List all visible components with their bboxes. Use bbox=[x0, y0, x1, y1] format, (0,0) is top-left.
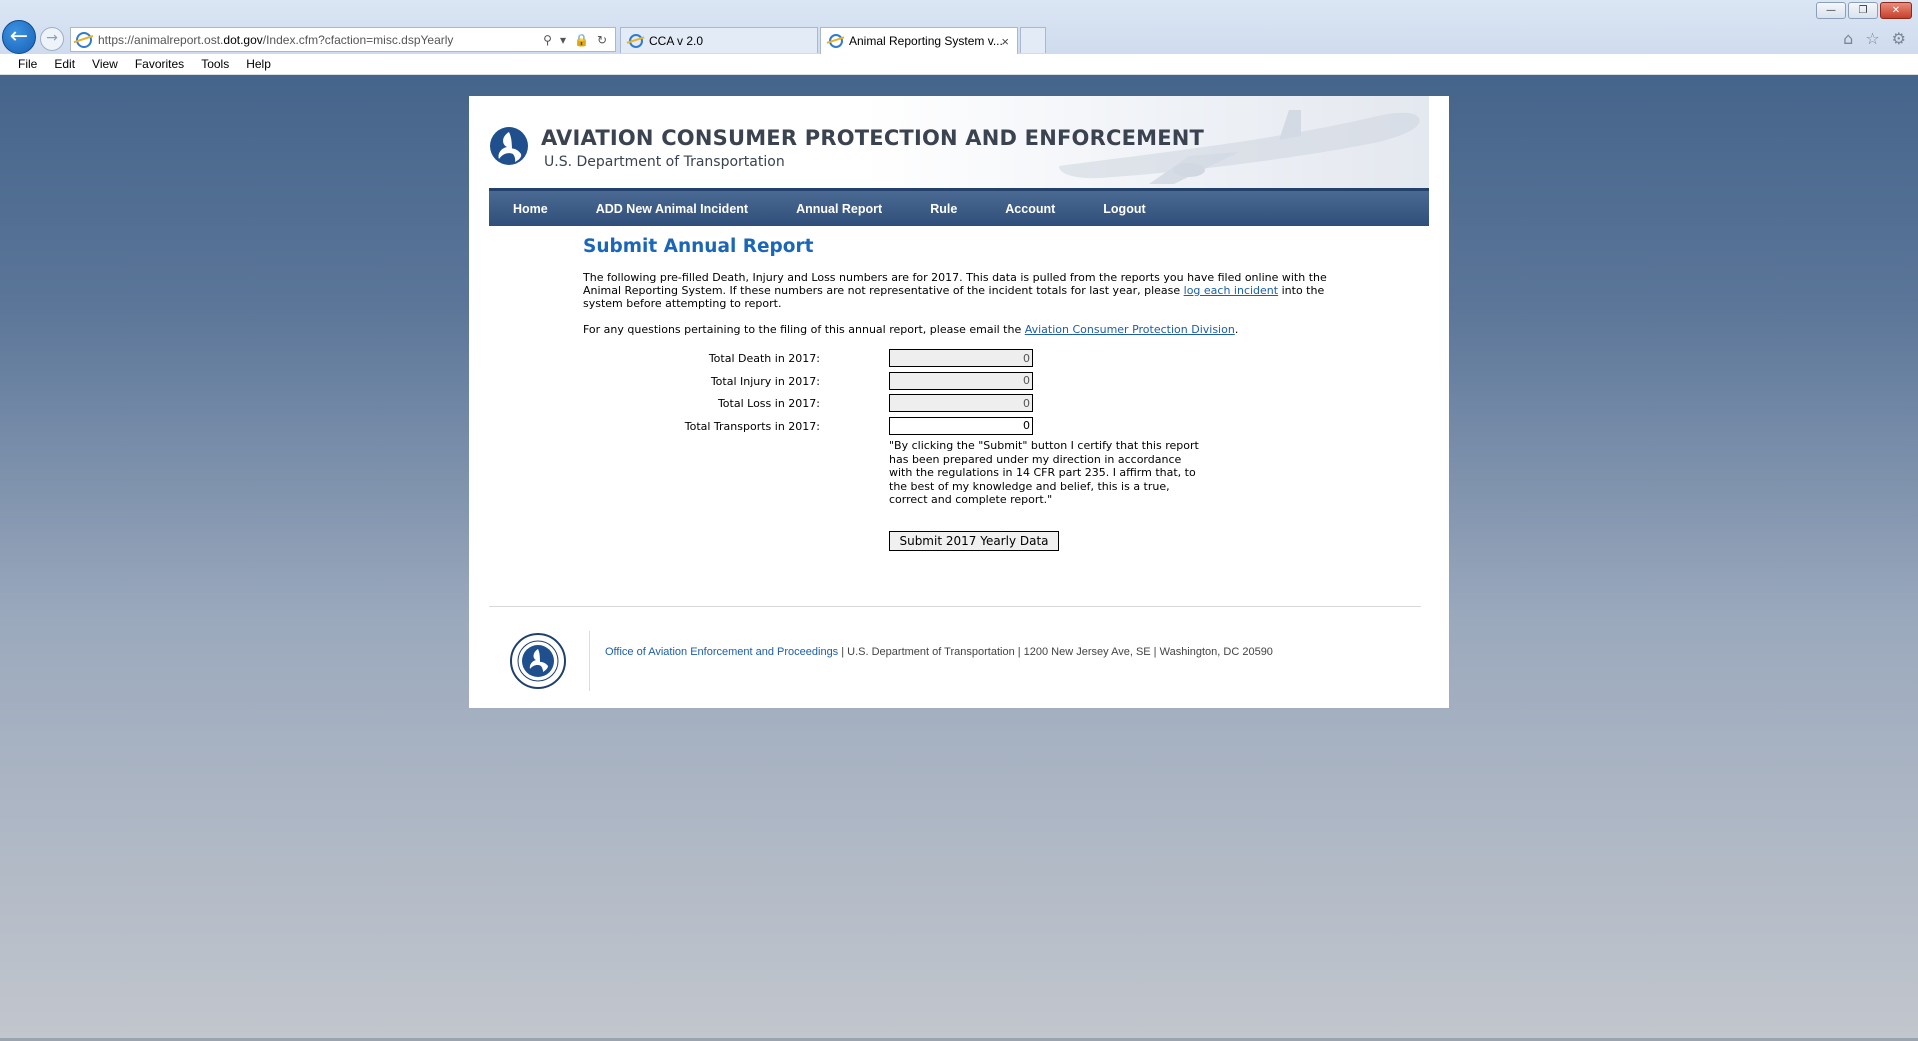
ie-favicon-icon bbox=[629, 33, 643, 48]
footer-vertical-divider bbox=[589, 631, 590, 691]
total-injury-label: Total Injury in 2017: bbox=[710, 374, 820, 388]
form-row-death: Total Death in 2017: bbox=[583, 349, 1343, 372]
page-title: Submit Annual Report bbox=[583, 236, 814, 257]
settings-gear-icon[interactable]: ⚙ bbox=[1892, 29, 1906, 48]
nav-home[interactable]: Home bbox=[513, 202, 548, 216]
menu-bar: File Edit View Favorites Tools Help bbox=[0, 54, 1918, 75]
menu-help[interactable]: Help bbox=[246, 57, 271, 71]
tab-animal-reporting[interactable]: Animal Reporting System v... × bbox=[820, 27, 1018, 54]
total-loss-field bbox=[889, 394, 1033, 412]
menu-favorites[interactable]: Favorites bbox=[135, 57, 184, 71]
total-death-label: Total Death in 2017: bbox=[708, 352, 820, 365]
dot-logo-icon bbox=[490, 127, 528, 165]
total-transports-input[interactable] bbox=[889, 416, 1033, 435]
nav-add-animal-incident[interactable]: ADD New Animal Incident bbox=[596, 202, 748, 216]
menu-tools[interactable]: Tools bbox=[201, 57, 229, 71]
close-icon[interactable]: ✕ bbox=[1880, 2, 1912, 19]
main-content: Submit Annual Report The following pre-f… bbox=[583, 236, 1343, 551]
form-row-loss: Total Loss in 2017: bbox=[583, 394, 1343, 417]
contact-paragraph: For any questions pertaining to the fili… bbox=[583, 323, 1239, 336]
footer-address: | U.S. Department of Transportation | 12… bbox=[838, 646, 1273, 658]
site-subtitle: U.S. Department of Transportation bbox=[544, 154, 785, 170]
restore-icon[interactable]: ❐ bbox=[1848, 2, 1878, 19]
browser-tabbar: ← → https://animalreport.ost.dot.gov/Ind… bbox=[0, 0, 1918, 54]
office-aviation-enforcement-link[interactable]: Office of Aviation Enforcement and Proce… bbox=[605, 646, 838, 658]
nav-rule[interactable]: Rule bbox=[930, 202, 957, 216]
window-controls: — ❐ ✕ bbox=[1816, 2, 1912, 19]
aviation-consumer-protection-link[interactable]: Aviation Consumer Protection Division bbox=[1025, 323, 1235, 336]
site-header: AVIATION CONSUMER PROTECTION AND ENFORCE… bbox=[489, 96, 1429, 188]
total-loss-label: Total Loss in 2017: bbox=[717, 397, 820, 410]
form-row-transports: Total Transports in 2017: bbox=[583, 416, 1343, 440]
annual-report-form: Total Death in 2017: Total Injury in 201… bbox=[583, 349, 1343, 551]
nav-logout[interactable]: Logout bbox=[1103, 202, 1145, 216]
total-transports-label: Total Transports in 2017: bbox=[684, 419, 820, 433]
new-tab-button[interactable] bbox=[1020, 27, 1046, 53]
ie-favicon-icon bbox=[829, 34, 843, 48]
home-icon[interactable]: ⌂ bbox=[1843, 29, 1853, 48]
favorites-star-icon[interactable]: ☆ bbox=[1865, 29, 1879, 48]
nav-account[interactable]: Account bbox=[1005, 202, 1055, 216]
forward-arrow-icon[interactable]: → bbox=[40, 27, 64, 51]
footer-text: Office of Aviation Enforcement and Proce… bbox=[605, 646, 1273, 658]
nav-annual-report[interactable]: Annual Report bbox=[796, 202, 882, 216]
tab-close-icon[interactable]: × bbox=[1001, 34, 1009, 49]
main-nav: Home ADD New Animal Incident Annual Repo… bbox=[489, 188, 1429, 226]
footer-divider-line bbox=[489, 606, 1421, 607]
ie-favicon-icon bbox=[76, 31, 92, 48]
dropdown-icon[interactable]: ▾ bbox=[560, 33, 566, 47]
intro-paragraph: The following pre-filled Death, Injury a… bbox=[583, 271, 1327, 310]
tab-label: Animal Reporting System v... bbox=[849, 34, 1003, 48]
lock-icon[interactable]: 🔒 bbox=[574, 33, 589, 47]
dot-seal-icon bbox=[510, 633, 566, 689]
certification-text: "By clicking the "Submit" button I certi… bbox=[889, 439, 1199, 506]
tab-cca[interactable]: CCA v 2.0 bbox=[620, 27, 818, 53]
minimize-icon[interactable]: — bbox=[1816, 2, 1846, 19]
airplane-graphic bbox=[1059, 110, 1420, 184]
log-each-incident-link[interactable]: log each incident bbox=[1184, 284, 1278, 297]
form-row-injury: Total Injury in 2017: bbox=[583, 371, 1343, 395]
menu-file[interactable]: File bbox=[18, 57, 37, 71]
back-arrow-icon[interactable]: ← bbox=[2, 20, 36, 54]
total-injury-field bbox=[889, 371, 1033, 390]
refresh-icon[interactable]: ↻ bbox=[597, 33, 607, 47]
search-icon[interactable]: ⚲ bbox=[543, 33, 552, 47]
browser-chrome: ← → https://animalreport.ost.dot.gov/Ind… bbox=[0, 0, 1918, 75]
address-bar[interactable]: https://animalreport.ost.dot.gov/Index.c… bbox=[70, 27, 616, 52]
address-url[interactable]: https://animalreport.ost.dot.gov/Index.c… bbox=[98, 33, 543, 47]
total-death-field bbox=[889, 349, 1033, 367]
browser-toolbar-icons: ⌂ ☆ ⚙ bbox=[1843, 29, 1906, 48]
address-tools: ⚲ ▾ 🔒 ↻ bbox=[543, 33, 615, 47]
page-container: AVIATION CONSUMER PROTECTION AND ENFORCE… bbox=[469, 96, 1449, 708]
tab-label: CCA v 2.0 bbox=[649, 33, 704, 48]
submit-yearly-data-button[interactable]: Submit 2017 Yearly Data bbox=[889, 531, 1059, 551]
menu-edit[interactable]: Edit bbox=[54, 57, 75, 71]
menu-view[interactable]: View bbox=[92, 57, 118, 71]
